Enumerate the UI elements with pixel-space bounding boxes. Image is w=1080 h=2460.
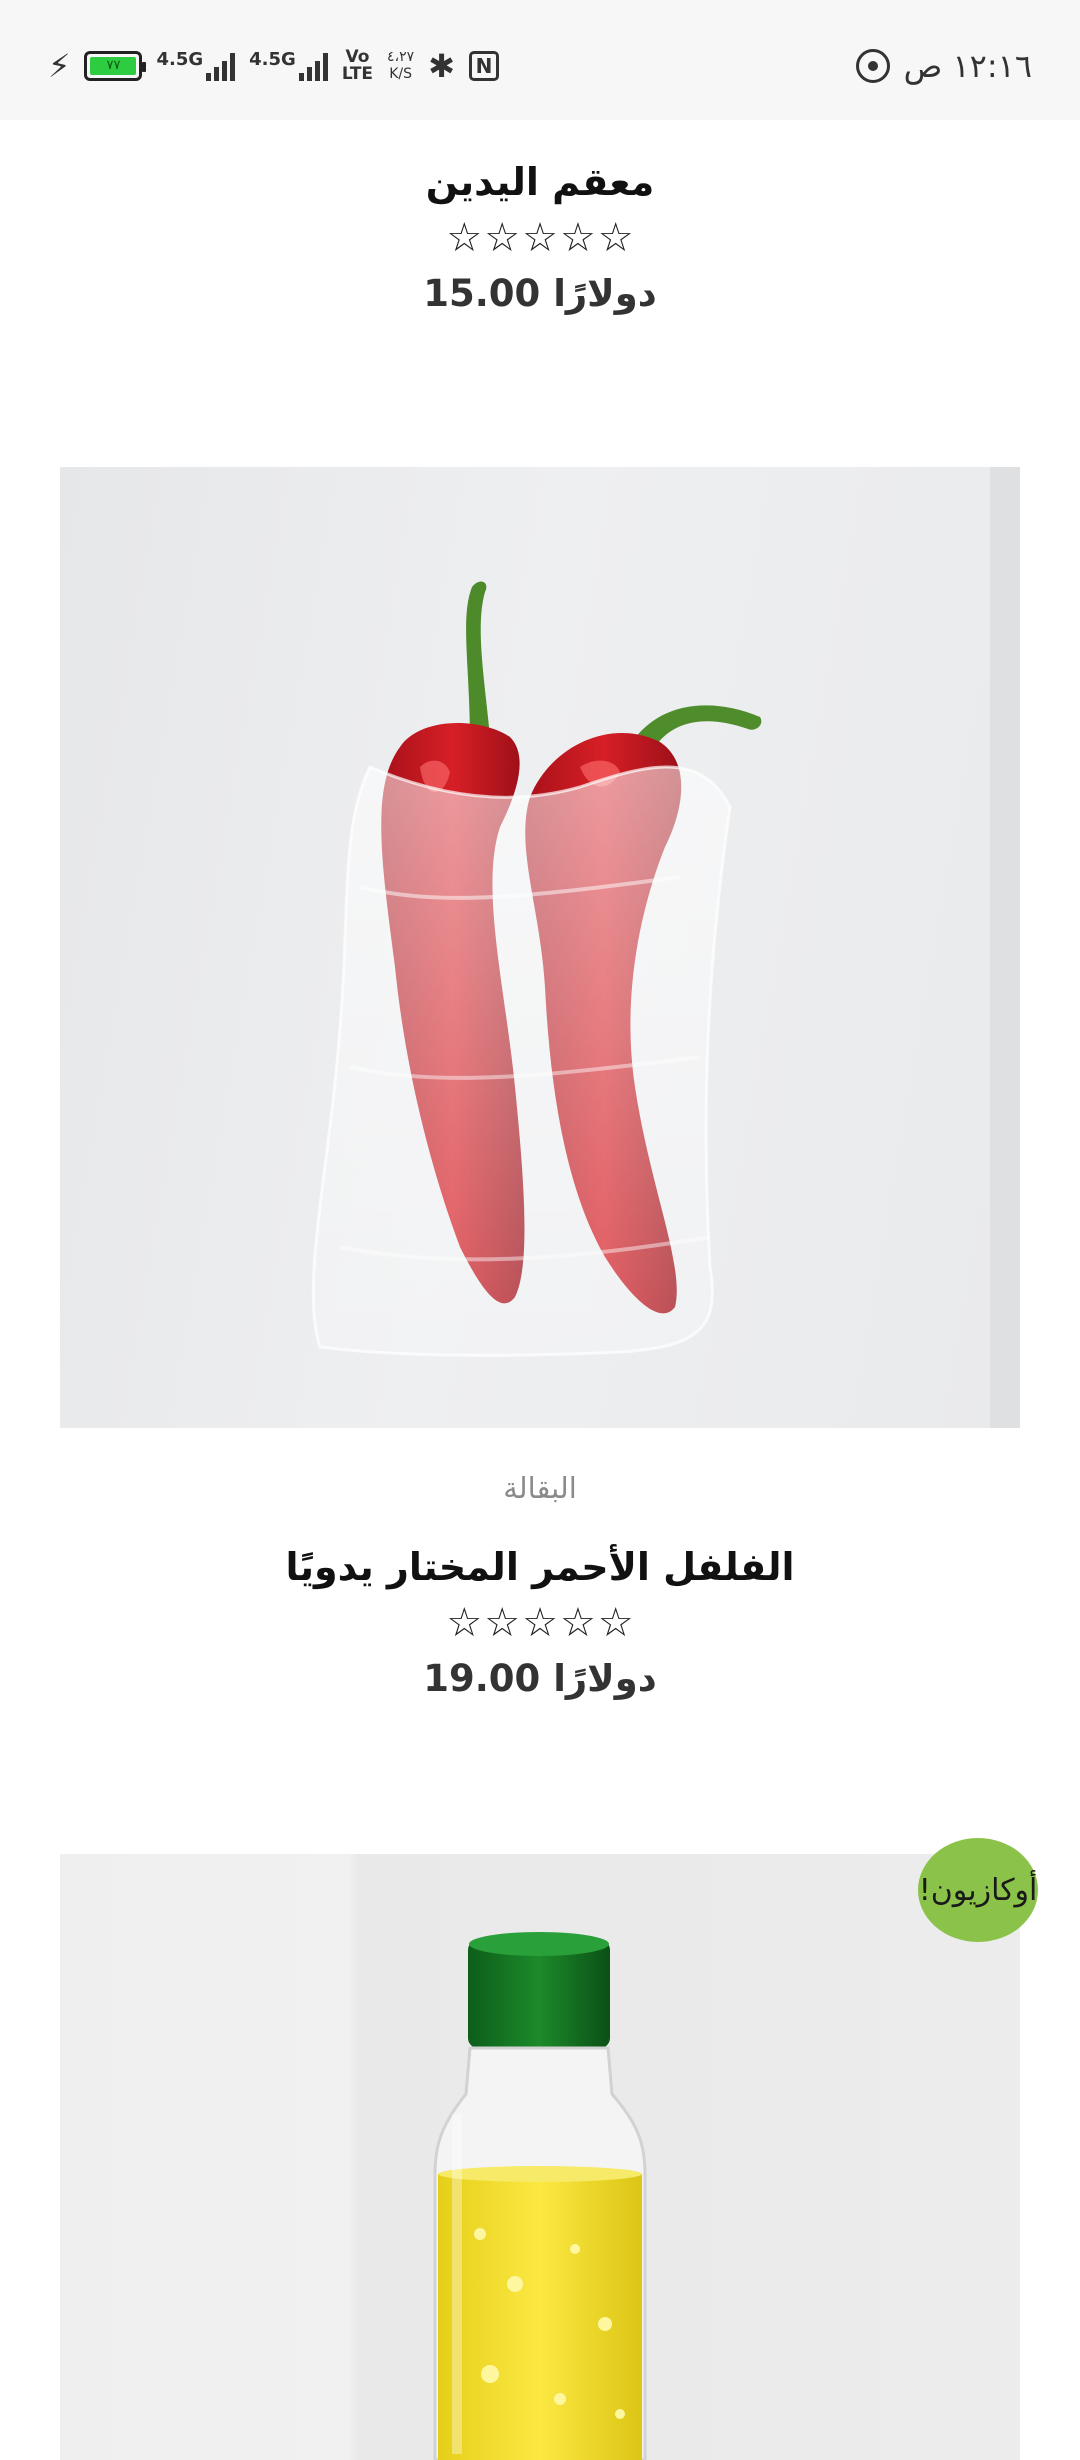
- star-icon: ☆: [597, 1600, 634, 1646]
- charging-icon: ⚡: [48, 47, 71, 85]
- whatsapp-icon: [855, 49, 890, 83]
- product-title[interactable]: الفلفل الأحمر المختار يدويًا: [0, 1535, 1080, 1599]
- star-icon: ☆: [559, 215, 596, 261]
- star-icon: ☆: [446, 1600, 483, 1646]
- product-card-2: البقالة الفلفل الأحمر المختار يدويًا ☆ ☆…: [0, 1465, 1080, 1703]
- signal-icon: 4.5G: [156, 49, 236, 81]
- sale-badge: أوكازيون!: [918, 1838, 1038, 1942]
- network-speed: ٤،٢٧ K/S: [387, 49, 415, 82]
- product-category[interactable]: البقالة: [0, 1465, 1080, 1511]
- star-icon: ☆: [446, 215, 483, 261]
- star-icon: ☆: [484, 1600, 521, 1646]
- oil-bottle-illustration: [433, 1932, 647, 2460]
- product-price: دولارًا 15.00: [423, 272, 657, 315]
- network-type: 4.5G: [156, 49, 204, 70]
- product-image-oil-bottle[interactable]: [60, 1854, 1020, 2460]
- status-bar: ⚡ ٧٧ 4.5G 4.5G Vo LTE ٤،٢٧ K/S ✱ N ١٢:١٦…: [0, 0, 1080, 120]
- product-card-1: معقم اليدين ☆ ☆ ☆ ☆ ☆ دولارًا 15.00: [0, 150, 1080, 318]
- star-icon: ☆: [522, 215, 558, 261]
- star-icon: ☆: [559, 1600, 596, 1646]
- star-icon: ☆: [522, 1600, 558, 1646]
- star-icon: ☆: [597, 215, 634, 261]
- volte-icon: Vo LTE: [341, 47, 374, 84]
- status-time: ١٢:١٦ ص: [903, 47, 1032, 85]
- signal-icon: 4.5G: [249, 51, 328, 81]
- red-peppers-illustration: [311, 467, 1020, 1428]
- bluetooth-icon: ✱: [428, 47, 455, 85]
- nfc-icon: N: [468, 51, 499, 81]
- network-type: 4.5G: [249, 49, 296, 70]
- product-title[interactable]: معقم اليدين: [0, 150, 1080, 214]
- status-icons: ⚡ ٧٧ 4.5G 4.5G Vo LTE ٤،٢٧ K/S ✱ N: [48, 40, 499, 92]
- status-time-group: ١٢:١٦ ص: [855, 40, 1032, 92]
- product-price: دولارًا 19.00: [423, 1657, 657, 1700]
- product-rating: ☆ ☆ ☆ ☆ ☆: [0, 218, 1080, 258]
- star-icon: ☆: [484, 215, 521, 261]
- battery-level: ٧٧: [90, 57, 137, 75]
- battery-icon: ٧٧: [84, 51, 147, 81]
- product-rating: ☆ ☆ ☆ ☆ ☆: [0, 1603, 1080, 1643]
- product-image-red-peppers[interactable]: [60, 467, 1020, 1428]
